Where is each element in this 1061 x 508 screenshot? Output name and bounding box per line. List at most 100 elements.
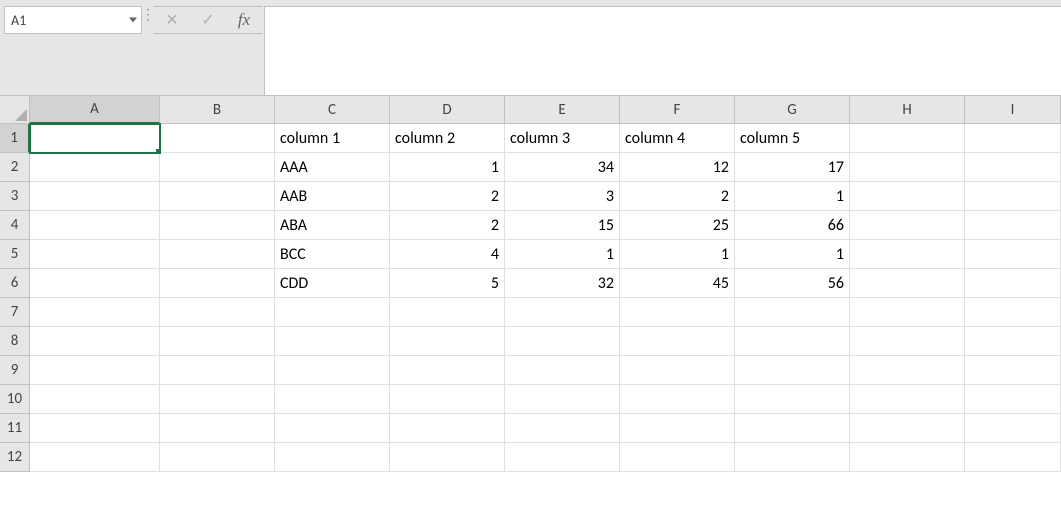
cell-C6[interactable]: CDD [275, 269, 390, 298]
insert-function-button[interactable]: fx [226, 7, 262, 33]
cell-E11[interactable] [505, 414, 620, 443]
cell-E9[interactable] [505, 356, 620, 385]
cell-D1[interactable]: column 2 [390, 124, 505, 153]
cell-H5[interactable] [850, 240, 965, 269]
cell-G3[interactable]: 1 [735, 182, 850, 211]
cell-H4[interactable] [850, 211, 965, 240]
cell-B8[interactable] [160, 327, 275, 356]
cell-B11[interactable] [160, 414, 275, 443]
row-header-2[interactable]: 2 [0, 153, 30, 182]
row-header-8[interactable]: 8 [0, 327, 30, 356]
cell-H2[interactable] [850, 153, 965, 182]
cell-G9[interactable] [735, 356, 850, 385]
cell-D7[interactable] [390, 298, 505, 327]
cell-C3[interactable]: AAB [275, 182, 390, 211]
row-header-5[interactable]: 5 [0, 240, 30, 269]
cell-H7[interactable] [850, 298, 965, 327]
cell-F2[interactable]: 12 [620, 153, 735, 182]
cell-I6[interactable] [965, 269, 1061, 298]
cell-D12[interactable] [390, 443, 505, 472]
column-header-G[interactable]: G [735, 96, 850, 124]
cell-F9[interactable] [620, 356, 735, 385]
column-header-E[interactable]: E [505, 96, 620, 124]
cell-F10[interactable] [620, 385, 735, 414]
cell-I10[interactable] [965, 385, 1061, 414]
row-header-12[interactable]: 12 [0, 443, 30, 472]
cell-G7[interactable] [735, 298, 850, 327]
cell-A1[interactable] [30, 124, 160, 153]
formula-input[interactable] [264, 6, 1061, 96]
row-header-9[interactable]: 9 [0, 356, 30, 385]
cell-G2[interactable]: 17 [735, 153, 850, 182]
cell-E2[interactable]: 34 [505, 153, 620, 182]
cell-G8[interactable] [735, 327, 850, 356]
cell-F12[interactable] [620, 443, 735, 472]
column-header-I[interactable]: I [965, 96, 1061, 124]
cell-A9[interactable] [30, 356, 160, 385]
cell-B2[interactable] [160, 153, 275, 182]
row-header-1[interactable]: 1 [0, 124, 30, 153]
cell-H12[interactable] [850, 443, 965, 472]
cell-G4[interactable]: 66 [735, 211, 850, 240]
cell-A6[interactable] [30, 269, 160, 298]
column-header-H[interactable]: H [850, 96, 965, 124]
cell-H11[interactable] [850, 414, 965, 443]
cell-G1[interactable]: column 5 [735, 124, 850, 153]
cell-E5[interactable]: 1 [505, 240, 620, 269]
cell-B10[interactable] [160, 385, 275, 414]
column-header-A[interactable]: A [30, 96, 160, 124]
cell-E3[interactable]: 3 [505, 182, 620, 211]
cell-F5[interactable]: 1 [620, 240, 735, 269]
cell-D11[interactable] [390, 414, 505, 443]
cell-H6[interactable] [850, 269, 965, 298]
cell-E6[interactable]: 32 [505, 269, 620, 298]
cell-I3[interactable] [965, 182, 1061, 211]
cell-C9[interactable] [275, 356, 390, 385]
cell-F4[interactable]: 25 [620, 211, 735, 240]
cell-D2[interactable]: 1 [390, 153, 505, 182]
cell-I2[interactable] [965, 153, 1061, 182]
cell-B7[interactable] [160, 298, 275, 327]
cell-E8[interactable] [505, 327, 620, 356]
cell-B1[interactable] [160, 124, 275, 153]
cell-I8[interactable] [965, 327, 1061, 356]
cell-D4[interactable]: 2 [390, 211, 505, 240]
row-header-11[interactable]: 11 [0, 414, 30, 443]
cell-C4[interactable]: ABA [275, 211, 390, 240]
cell-E7[interactable] [505, 298, 620, 327]
cell-A8[interactable] [30, 327, 160, 356]
cell-I4[interactable] [965, 211, 1061, 240]
cell-G12[interactable] [735, 443, 850, 472]
row-header-7[interactable]: 7 [0, 298, 30, 327]
cell-D9[interactable] [390, 356, 505, 385]
row-header-10[interactable]: 10 [0, 385, 30, 414]
cell-F1[interactable]: column 4 [620, 124, 735, 153]
cell-F6[interactable]: 45 [620, 269, 735, 298]
cell-D3[interactable]: 2 [390, 182, 505, 211]
cell-G5[interactable]: 1 [735, 240, 850, 269]
cell-F8[interactable] [620, 327, 735, 356]
cell-C10[interactable] [275, 385, 390, 414]
cell-D6[interactable]: 5 [390, 269, 505, 298]
cell-G6[interactable]: 56 [735, 269, 850, 298]
cell-E4[interactable]: 15 [505, 211, 620, 240]
cell-E12[interactable] [505, 443, 620, 472]
cell-G11[interactable] [735, 414, 850, 443]
name-box[interactable]: A1 [4, 6, 142, 34]
cell-H8[interactable] [850, 327, 965, 356]
cell-C7[interactable] [275, 298, 390, 327]
cell-C2[interactable]: AAA [275, 153, 390, 182]
cell-C11[interactable] [275, 414, 390, 443]
column-header-F[interactable]: F [620, 96, 735, 124]
cell-B4[interactable] [160, 211, 275, 240]
cell-E1[interactable]: column 3 [505, 124, 620, 153]
cell-F11[interactable] [620, 414, 735, 443]
cell-B5[interactable] [160, 240, 275, 269]
cell-B3[interactable] [160, 182, 275, 211]
cell-A3[interactable] [30, 182, 160, 211]
cell-C8[interactable] [275, 327, 390, 356]
cell-A2[interactable] [30, 153, 160, 182]
cell-I11[interactable] [965, 414, 1061, 443]
row-header-3[interactable]: 3 [0, 182, 30, 211]
select-all-corner[interactable] [0, 96, 30, 124]
